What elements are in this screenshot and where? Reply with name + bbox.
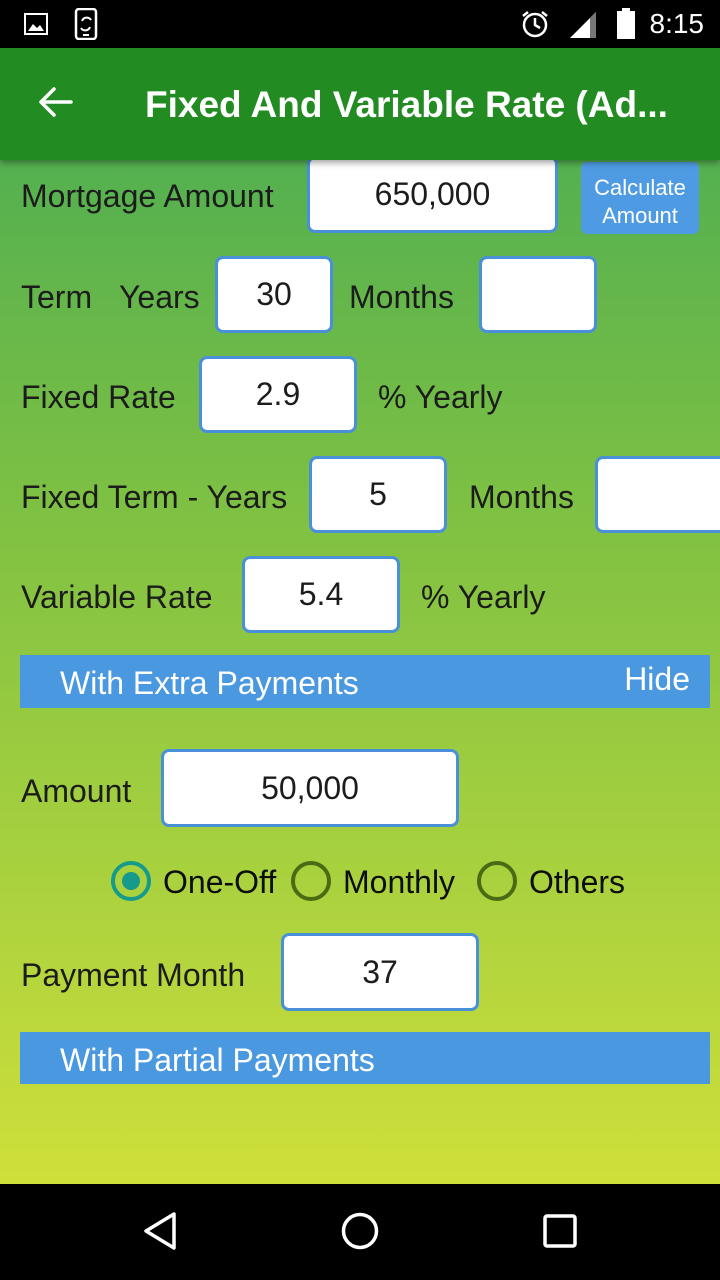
term-label: Term [21, 279, 93, 315]
variable-rate-suffix: % Yearly [421, 579, 546, 615]
screen-rotate-icon [74, 7, 98, 45]
calculate-button-line1: Calculate [594, 174, 686, 200]
variable-rate-input[interactable] [242, 556, 400, 633]
partial-payments-title: With Partial Payments [60, 1042, 375, 1078]
fixed-rate-label: Fixed Rate [21, 379, 176, 415]
fixed-term-months-input[interactable] [595, 456, 720, 533]
radio-one-off-label[interactable]: One-Off [163, 864, 276, 901]
alarm-icon [520, 9, 550, 44]
status-time: 8:15 [649, 8, 705, 39]
extra-payments-title: With Extra Payments [60, 665, 359, 701]
extra-amount-label: Amount [21, 773, 132, 809]
app-bar: Fixed And Variable Rate (Ad... [0, 48, 720, 160]
status-bar: 8:15 [0, 0, 720, 48]
payment-month-label: Payment Month [21, 957, 246, 993]
term-years-label: Years [119, 279, 200, 315]
radio-monthly[interactable] [291, 861, 331, 901]
nav-back-button[interactable] [135, 1208, 185, 1258]
extra-amount-input[interactable] [161, 749, 459, 827]
fixed-rate-input[interactable] [199, 356, 357, 433]
term-months-label: Months [349, 279, 454, 315]
fixed-term-years-input[interactable] [309, 456, 447, 533]
back-button[interactable] [30, 82, 80, 126]
calculate-button-line2: Amount [602, 202, 678, 228]
radio-others[interactable] [477, 861, 517, 901]
fixed-term-months-label: Months [469, 479, 574, 515]
variable-rate-label: Variable Rate [21, 579, 213, 615]
home-circle-icon [340, 1211, 380, 1256]
recents-square-icon [542, 1213, 578, 1254]
payment-month-input[interactable] [281, 933, 479, 1011]
term-months-input[interactable] [479, 256, 597, 333]
radio-others-label[interactable]: Others [529, 864, 625, 901]
calculator-form: Mortgage Amount Calculate Amount Term Ye… [0, 160, 720, 1184]
arrow-left-icon [37, 86, 73, 123]
mortgage-amount-input[interactable] [307, 160, 558, 233]
battery-icon [616, 8, 636, 45]
term-years-input[interactable] [215, 256, 333, 333]
mortgage-amount-label: Mortgage Amount [21, 178, 274, 214]
hide-extra-payments-button[interactable]: Hide [624, 661, 690, 698]
navigation-bar [0, 1184, 720, 1280]
extra-payments-header[interactable]: With Extra Payments Hide [20, 655, 710, 708]
signal-icon [568, 10, 598, 45]
image-icon [24, 13, 48, 40]
calculate-amount-button[interactable]: Calculate Amount [581, 162, 699, 234]
back-triangle-icon [142, 1211, 178, 1256]
fixed-rate-suffix: % Yearly [378, 379, 503, 415]
partial-payments-header[interactable]: With Partial Payments [20, 1032, 710, 1084]
fixed-term-label: Fixed Term - Years [21, 479, 288, 515]
nav-home-button[interactable] [335, 1208, 385, 1258]
nav-recents-button[interactable] [535, 1208, 585, 1258]
page-title: Fixed And Variable Rate (Ad... [145, 84, 668, 125]
radio-monthly-label[interactable]: Monthly [343, 864, 455, 901]
radio-one-off[interactable] [111, 861, 151, 901]
